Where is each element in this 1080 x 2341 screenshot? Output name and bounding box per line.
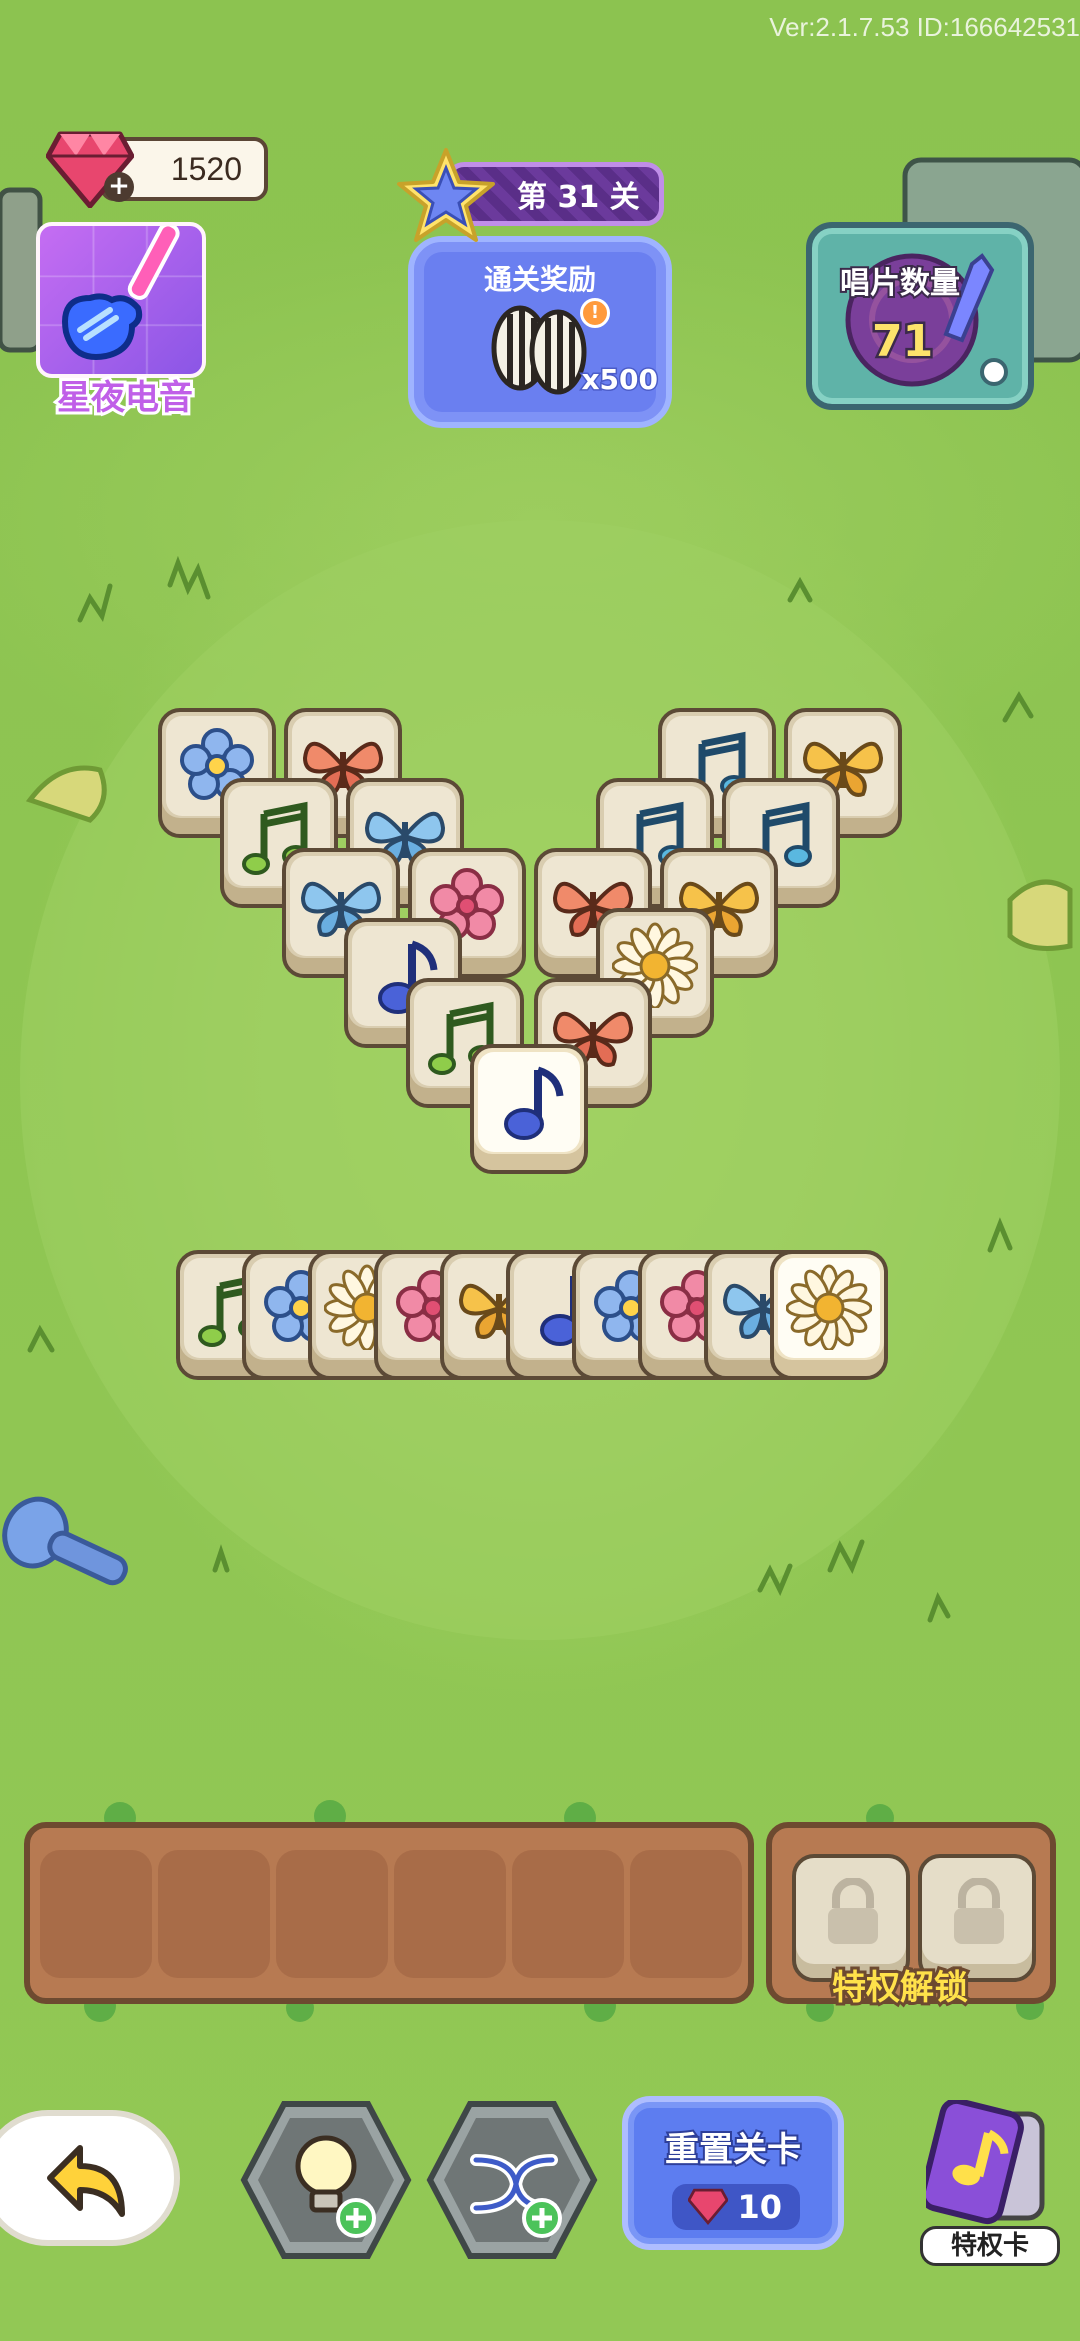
tray-slot [158, 1850, 270, 1978]
shuffle-button[interactable] [426, 2100, 598, 2260]
level-star-icon [397, 148, 495, 242]
record-count-panel[interactable]: 唱片数量 71 [806, 222, 1034, 410]
level-reward-panel[interactable]: 通关奖励 ! x500 [408, 236, 672, 428]
lock-icon [828, 1878, 878, 1944]
record-count-value: 71 [869, 314, 935, 370]
lock-icon [954, 1878, 1004, 1944]
reset-level-button[interactable]: 重置关卡 10 [622, 2096, 844, 2250]
reset-level-label: 重置关卡 [663, 2128, 803, 2172]
hint-button[interactable] [240, 2100, 412, 2260]
privilege-unlock-label: 特权解锁 [829, 1965, 971, 2011]
reward-count: x500 [580, 362, 659, 398]
stacked-tile-daisy[interactable] [770, 1250, 888, 1380]
undo-arrow-icon [47, 2145, 125, 2217]
privilege-card-label: 特权卡 [920, 2226, 1060, 2266]
add-gems-plus-icon[interactable]: + [104, 172, 134, 202]
version-id-text: Ver:2.1.7.53 ID:166642531 [769, 12, 1080, 42]
record-count-title: 唱片数量 [838, 264, 962, 303]
undo-button[interactable] [0, 2110, 180, 2246]
sunflower-seed-icon [491, 305, 587, 395]
guitar-event-button[interactable] [36, 222, 206, 378]
tray-slot [394, 1850, 506, 1978]
tile-collection-tray [24, 1822, 754, 2004]
tray-slot [40, 1850, 152, 1978]
gem-icon [688, 2188, 728, 2225]
reward-info-icon[interactable]: ! [580, 298, 610, 328]
privilege-card-button[interactable] [926, 2100, 1046, 2230]
reward-title: 通关奖励 [483, 263, 596, 296]
blue-note-icon [504, 1066, 564, 1140]
guitar-icon [62, 226, 180, 360]
tray-slot [512, 1850, 624, 1978]
tile-blue-note[interactable] [470, 1044, 588, 1174]
daisy-icon [786, 1264, 872, 1350]
guitar-event-label: 星夜电音 [54, 375, 196, 421]
tray-slot [630, 1850, 742, 1978]
tray-slot [276, 1850, 388, 1978]
locked-slots-tray[interactable]: 特权解锁 [766, 1822, 1056, 2011]
